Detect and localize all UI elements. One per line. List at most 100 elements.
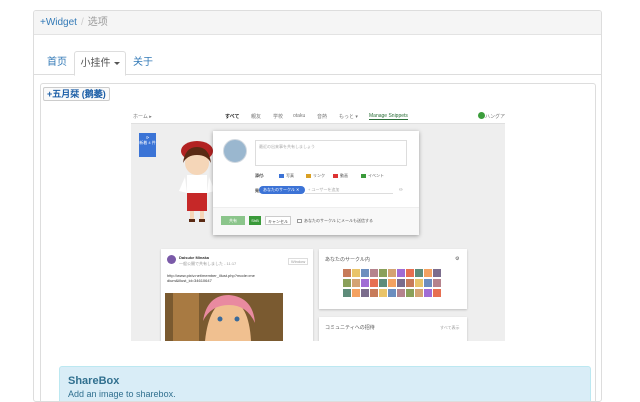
member-avatar-image	[388, 289, 396, 297]
preview-nav-tab: 学校	[273, 114, 284, 120]
preview-side-box-label: 新着 4 件	[139, 140, 156, 145]
widget-panel: +五月栞 (鹅萎) ホーム ▸ すべて 親友 学校 otaku 音熱 もっと ▾…	[40, 83, 596, 401]
member-avatar-image	[424, 279, 432, 287]
preview-post-meta: 一般公開で共有しました - 11:17	[179, 261, 237, 266]
member-avatar-image	[352, 289, 360, 297]
widget-preview-screenshot: ホーム ▸ すべて 親友 学校 otaku 音熱 もっと ▾ Manage Sn…	[131, 109, 505, 341]
member-avatar-image	[424, 289, 432, 297]
camera-icon	[279, 173, 284, 178]
preview-share-button: 共有	[221, 216, 245, 225]
preview-dialog-footer: 共有 ShB キャンセル あなたのサークル にメールも送信する	[213, 207, 419, 235]
sharebox-title: ShareBox	[68, 375, 120, 387]
breadcrumb-separator: /	[80, 17, 84, 28]
add-person-icon: ⚇	[399, 187, 403, 192]
member-avatar-image	[361, 289, 369, 297]
user-avatar-image	[223, 139, 247, 163]
member-avatar-image	[406, 289, 414, 297]
member-avatar-image	[415, 269, 423, 277]
member-avatar-image	[406, 269, 414, 277]
preview-post-author: Daisuke Minaka	[179, 255, 210, 260]
post-image-thumbnail	[165, 293, 283, 341]
preview-sharebox-button: ShB	[249, 216, 261, 225]
breadcrumb-root-link[interactable]: +Widget	[40, 17, 77, 28]
preview-hangouts-label: ハングア	[484, 114, 505, 120]
member-avatar-image	[424, 269, 432, 277]
member-avatar-image	[343, 289, 351, 297]
preview-email-option-label: あなたのサークル にメールも送信する	[304, 218, 373, 223]
preview-circles-card: あなたのサークル内 ⚙	[319, 249, 467, 309]
breadcrumb: +Widget / 选项	[34, 11, 601, 35]
tab-home-label: 首页	[47, 57, 67, 68]
tab-home[interactable]: 首页	[40, 51, 74, 75]
preview-attach-video-label: 動画	[340, 173, 348, 178]
preview-cancel-button: キャンセル	[265, 216, 291, 225]
preview-community-more: すべて表示	[440, 325, 460, 330]
options-window: +Widget / 选项 首页 小挂件 关于 +五月栞 (鹅萎) ホーム ▸ すべて…	[33, 10, 602, 402]
tab-widgets-label: 小挂件	[80, 58, 111, 69]
member-avatar-image	[343, 279, 351, 287]
member-avatar-image	[388, 269, 396, 277]
preview-manage-snippets: Manage Snippets	[369, 113, 408, 120]
member-avatar-image	[397, 269, 405, 277]
sharebox-info-panel: ShareBox Add an image to sharebox.	[59, 366, 591, 401]
gear-icon: ⚙	[455, 256, 460, 262]
preview-nav-tab: 親友	[251, 114, 262, 120]
post-author-avatar	[167, 255, 176, 264]
member-avatar-image	[406, 279, 414, 287]
tab-bar: 首页 小挂件 关于	[34, 51, 601, 76]
preview-post-follow: Window	[288, 258, 309, 265]
tab-about-label: 关于	[133, 57, 153, 68]
breadcrumb-current: 选项	[87, 17, 108, 28]
panel-title[interactable]: +五月栞 (鹅萎)	[43, 87, 110, 101]
preview-share-dialog: 最近の出来事を共有しましょう 添付: 写真 リンク 動画 イベント 発先: あな…	[213, 131, 419, 235]
preview-attach-link-label: リンク	[313, 173, 325, 178]
preview-email-option: あなたのサークル にメールも送信する	[297, 218, 373, 224]
preview-attach-video: 動画	[333, 173, 348, 179]
caret-down-icon	[113, 61, 120, 65]
member-avatar-image	[397, 289, 405, 297]
character-illustration-image	[179, 141, 215, 222]
preview-community-title: コミュニティへの招待	[325, 325, 375, 331]
member-avatar-image	[343, 269, 351, 277]
preview-nav-tab: otaku	[293, 113, 306, 119]
preview-nav-tab: 音熱	[317, 114, 328, 120]
preview-attach-photo-label: 写真	[286, 173, 294, 178]
preview-attach-event-label: イベント	[368, 173, 384, 178]
preview-nav-home: ホーム ▸	[133, 114, 152, 120]
tab-widgets[interactable]: 小挂件	[74, 51, 126, 76]
member-avatar-image	[379, 269, 387, 277]
preview-attach-photo: 写真	[279, 173, 294, 179]
member-avatar-image	[361, 269, 369, 277]
member-avatar-image	[433, 279, 441, 287]
preview-circles-title: あなたのサークル内	[325, 257, 370, 263]
preview-post-card: Daisuke Minaka 一般公開で共有しました - 11:17 Windo…	[161, 249, 313, 341]
preview-circle-pill: あなたのサークル ✕	[259, 186, 305, 194]
preview-nav-tab: すべて	[225, 114, 240, 120]
member-avatar-image	[388, 279, 396, 287]
tab-about[interactable]: 关于	[126, 51, 160, 75]
link-icon	[306, 173, 311, 178]
member-avatar-image	[370, 289, 378, 297]
member-avatar-image	[433, 269, 441, 277]
member-avatar-image	[379, 279, 387, 287]
member-avatar-image	[415, 279, 423, 287]
member-avatar-image	[370, 269, 378, 277]
member-avatar-image	[352, 269, 360, 277]
preview-community-card: コミュニティへの招待 すべて表示	[319, 317, 467, 341]
preview-attach-label: 添付:	[255, 173, 265, 178]
member-avatar-image	[361, 279, 369, 287]
preview-post-link: http://www.pixiv.net/member_illust.php?m…	[167, 273, 255, 283]
calendar-icon	[361, 173, 366, 178]
preview-refresh-box: ⟳ 新着 4 件	[139, 133, 156, 157]
member-avatar-image	[370, 279, 378, 287]
video-icon	[333, 173, 338, 178]
member-avatar-image	[397, 279, 405, 287]
preview-post-input: 最近の出来事を共有しましょう	[255, 140, 407, 166]
checkbox-icon	[297, 218, 302, 223]
sharebox-description: Add an image to sharebox.	[68, 389, 176, 399]
member-avatar-image	[433, 289, 441, 297]
member-avatar-image	[352, 279, 360, 287]
member-avatar-image	[379, 289, 387, 297]
preview-attach-link: リンク	[306, 173, 325, 179]
member-avatar-image	[415, 289, 423, 297]
